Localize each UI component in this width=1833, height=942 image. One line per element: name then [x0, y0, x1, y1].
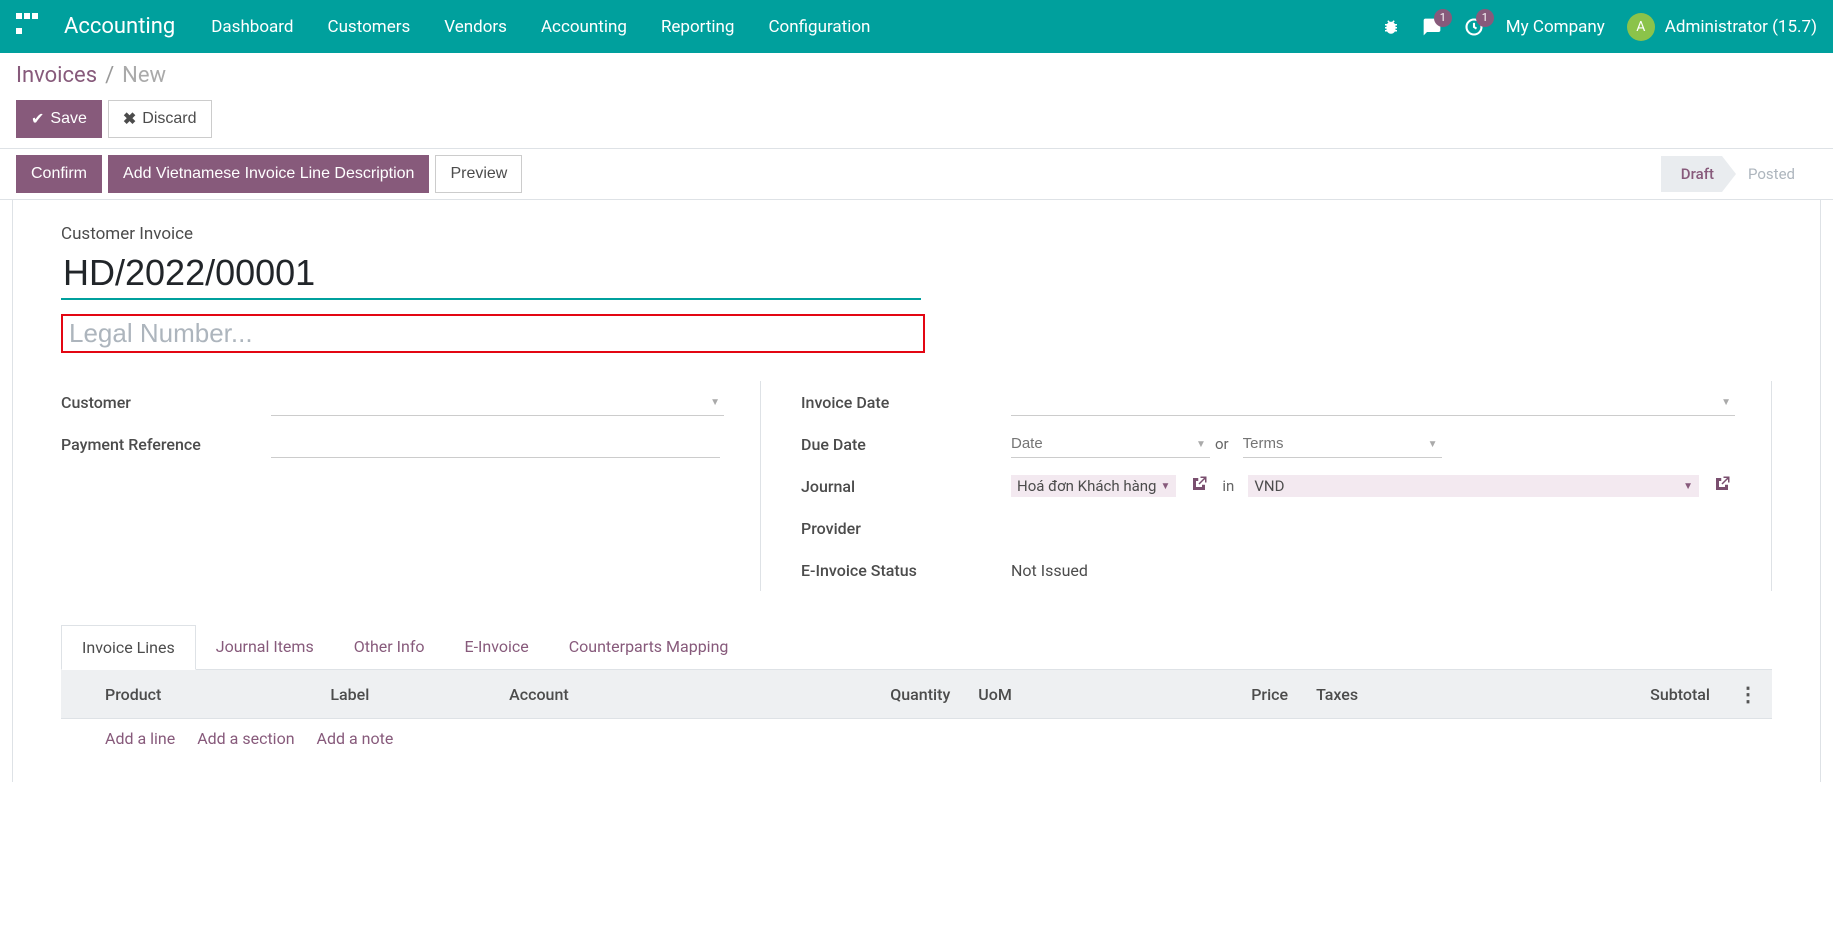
kebab-icon: ⋮: [1738, 682, 1758, 706]
tab-counterparts[interactable]: Counterparts Mapping: [549, 625, 749, 669]
main-menu: Dashboard Customers Vendors Accounting R…: [211, 17, 1382, 37]
user-menu[interactable]: A Administrator (15.7): [1627, 13, 1817, 41]
add-vn-desc-button[interactable]: Add Vietnamese Invoice Line Description: [108, 155, 429, 193]
messages-badge: 1: [1434, 9, 1452, 27]
debug-icon[interactable]: [1382, 18, 1400, 36]
col-handle: [61, 670, 91, 719]
invoice-number-input[interactable]: [61, 248, 921, 300]
discard-button-label: Discard: [142, 110, 196, 128]
breadcrumb: Invoices / New: [16, 63, 1817, 88]
external-link-icon[interactable]: [1713, 475, 1731, 497]
form-sheet: Customer Invoice Customer ▼ Payment Refe…: [12, 200, 1821, 782]
invoice-date-label: Invoice Date: [801, 393, 1011, 412]
messages-icon[interactable]: 1: [1422, 17, 1442, 37]
statusbar: Confirm Add Vietnamese Invoice Line Desc…: [0, 148, 1833, 200]
confirm-button[interactable]: Confirm: [16, 155, 102, 193]
due-date-date-input[interactable]: [1011, 430, 1210, 458]
table-row: Add a line Add a section Add a note: [61, 719, 1772, 759]
nav-right: 1 1 My Company A Administrator (15.7): [1382, 13, 1817, 41]
top-navbar: Accounting Dashboard Customers Vendors A…: [0, 0, 1833, 53]
due-date-or: or: [1215, 435, 1229, 453]
col-product: Product: [91, 670, 316, 719]
menu-accounting[interactable]: Accounting: [541, 17, 627, 37]
activities-badge: 1: [1476, 9, 1494, 27]
notebook-tabs: Invoice Lines Journal Items Other Info E…: [61, 625, 1772, 670]
tab-other-info[interactable]: Other Info: [334, 625, 445, 669]
tab-invoice-lines[interactable]: Invoice Lines: [61, 625, 196, 670]
col-options[interactable]: ⋮: [1724, 670, 1772, 719]
external-link-icon[interactable]: [1190, 475, 1208, 497]
company-switcher[interactable]: My Company: [1506, 17, 1605, 37]
journal-in: in: [1222, 477, 1234, 495]
legal-number-input[interactable]: [69, 318, 917, 349]
currency-value: VND: [1254, 477, 1284, 495]
tab-einvoice[interactable]: E-Invoice: [445, 625, 549, 669]
einvoice-status-label: E-Invoice Status: [801, 561, 1011, 580]
preview-button[interactable]: Preview: [435, 155, 522, 193]
col-label: Label: [316, 670, 495, 719]
menu-customers[interactable]: Customers: [328, 17, 411, 37]
menu-vendors[interactable]: Vendors: [444, 17, 507, 37]
apps-icon[interactable]: [16, 13, 44, 41]
add-section-link[interactable]: Add a section: [197, 729, 294, 748]
menu-dashboard[interactable]: Dashboard: [211, 17, 293, 37]
payment-reference-input[interactable]: [271, 430, 720, 458]
customer-label: Customer: [61, 393, 271, 412]
caret-down-icon: ▼: [1683, 481, 1693, 492]
invoice-date-input[interactable]: [1011, 388, 1735, 416]
breadcrumb-sep: /: [105, 63, 114, 88]
discard-button[interactable]: ✖ Discard: [108, 100, 212, 138]
due-date-terms-input[interactable]: [1243, 430, 1442, 458]
journal-value: Hoá đơn Khách hàng: [1017, 477, 1156, 495]
status-draft[interactable]: Draft: [1661, 156, 1736, 192]
control-panel: Invoices / New ✔ Save ✖ Discard: [0, 53, 1833, 138]
col-subtotal: Subtotal: [1489, 670, 1724, 719]
currency-input[interactable]: VND ▼: [1248, 475, 1699, 497]
col-taxes: Taxes: [1302, 670, 1489, 719]
menu-configuration[interactable]: Configuration: [768, 17, 870, 37]
check-icon: ✔: [31, 109, 44, 129]
due-date-label: Due Date: [801, 435, 1011, 454]
status-posted[interactable]: Posted: [1736, 156, 1817, 192]
save-button[interactable]: ✔ Save: [16, 100, 102, 138]
invoice-title-label: Customer Invoice: [61, 224, 1772, 244]
activities-icon[interactable]: 1: [1464, 17, 1484, 37]
legal-number-highlight: [61, 314, 925, 353]
invoice-lines-table: Product Label Account Quantity UoM Price…: [61, 670, 1772, 758]
customer-input[interactable]: [271, 388, 724, 416]
payment-reference-label: Payment Reference: [61, 435, 271, 454]
breadcrumb-current: New: [122, 63, 166, 88]
user-avatar: A: [1627, 13, 1655, 41]
col-quantity: Quantity: [729, 670, 964, 719]
app-title[interactable]: Accounting: [64, 14, 175, 39]
col-account: Account: [495, 670, 729, 719]
user-name: Administrator (15.7): [1665, 17, 1817, 37]
menu-reporting[interactable]: Reporting: [661, 17, 735, 37]
journal-input[interactable]: Hoá đơn Khách hàng ▼: [1011, 475, 1176, 497]
col-price: Price: [1129, 670, 1302, 719]
add-note-link[interactable]: Add a note: [317, 729, 394, 748]
provider-label: Provider: [801, 519, 1011, 538]
journal-label: Journal: [801, 477, 1011, 496]
close-icon: ✖: [123, 109, 136, 129]
caret-down-icon: ▼: [1160, 481, 1170, 492]
tab-journal-items[interactable]: Journal Items: [196, 625, 334, 669]
add-line-link[interactable]: Add a line: [105, 729, 175, 748]
save-button-label: Save: [50, 110, 86, 128]
breadcrumb-root[interactable]: Invoices: [16, 63, 97, 88]
col-uom: UoM: [964, 670, 1128, 719]
einvoice-status-value: Not Issued: [1011, 561, 1088, 580]
